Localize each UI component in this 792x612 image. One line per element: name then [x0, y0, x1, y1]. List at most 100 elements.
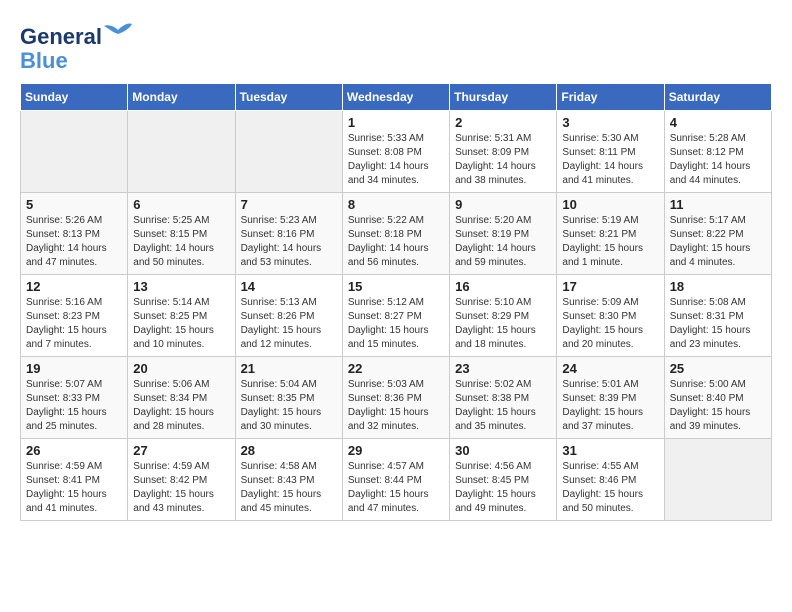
day-number: 20 [133, 361, 229, 376]
day-header-saturday: Saturday [664, 84, 771, 111]
day-info: Sunrise: 5:26 AMSunset: 8:13 PMDaylight:… [26, 214, 122, 270]
calendar-header-row: SundayMondayTuesdayWednesdayThursdayFrid… [21, 84, 772, 111]
logo-text2: Blue [20, 49, 134, 73]
day-number: 10 [562, 197, 658, 212]
day-number: 5 [26, 197, 122, 212]
day-number: 14 [241, 279, 337, 294]
day-info: Sunrise: 5:30 AMSunset: 8:11 PMDaylight:… [562, 132, 658, 188]
page-header: General Blue [20, 20, 772, 73]
calendar-cell: 10Sunrise: 5:19 AMSunset: 8:21 PMDayligh… [557, 193, 664, 275]
day-number: 16 [455, 279, 551, 294]
day-header-thursday: Thursday [450, 84, 557, 111]
day-number: 28 [241, 443, 337, 458]
week-row-1: 1 Sunrise: 5:33 AMSunset: 8:08 PMDaylight… [21, 111, 772, 193]
calendar-cell: 2 Sunrise: 5:31 AMSunset: 8:09 PMDaylight… [450, 111, 557, 193]
day-info: Sunrise: 5:22 AMSunset: 8:18 PMDaylight:… [348, 214, 444, 270]
day-number: 30 [455, 443, 551, 458]
day-number: 15 [348, 279, 444, 294]
logo: General Blue [20, 20, 134, 73]
calendar-cell: 31 Sunrise: 4:55 AMSunset: 8:46 PMDayligh… [557, 439, 664, 521]
calendar-cell: 14 Sunrise: 5:13 AMSunset: 8:26 PMDayligh… [235, 275, 342, 357]
day-number: 31 [562, 443, 658, 458]
day-info: Sunrise: 5:31 AMSunset: 8:09 PMDaylight:… [455, 132, 551, 188]
day-number: 3 [562, 115, 658, 130]
day-info: Sunrise: 5:33 AMSunset: 8:08 PMDaylight:… [348, 132, 444, 188]
day-number: 27 [133, 443, 229, 458]
week-row-2: 5 Sunrise: 5:26 AMSunset: 8:13 PMDaylight… [21, 193, 772, 275]
day-info: Sunrise: 5:04 AMSunset: 8:35 PMDaylight:… [241, 378, 337, 434]
week-row-4: 19Sunrise: 5:07 AMSunset: 8:33 PMDayligh… [21, 357, 772, 439]
day-number: 2 [455, 115, 551, 130]
day-number: 13 [133, 279, 229, 294]
day-number: 29 [348, 443, 444, 458]
calendar-cell: 24 Sunrise: 5:01 AMSunset: 8:39 PMDayligh… [557, 357, 664, 439]
day-number: 8 [348, 197, 444, 212]
calendar-cell: 9 Sunrise: 5:20 AMSunset: 8:19 PMDaylight… [450, 193, 557, 275]
day-info: Sunrise: 5:28 AMSunset: 8:12 PMDaylight:… [670, 132, 766, 188]
calendar-cell: 21Sunrise: 5:04 AMSunset: 8:35 PMDayligh… [235, 357, 342, 439]
calendar-cell: 5 Sunrise: 5:26 AMSunset: 8:13 PMDaylight… [21, 193, 128, 275]
calendar-cell [21, 111, 128, 193]
week-row-3: 12 Sunrise: 5:16 AMSunset: 8:23 PMDayligh… [21, 275, 772, 357]
calendar-cell: 12 Sunrise: 5:16 AMSunset: 8:23 PMDayligh… [21, 275, 128, 357]
calendar-cell: 8 Sunrise: 5:22 AMSunset: 8:18 PMDaylight… [342, 193, 449, 275]
day-number: 1 [348, 115, 444, 130]
calendar-cell: 1 Sunrise: 5:33 AMSunset: 8:08 PMDaylight… [342, 111, 449, 193]
day-number: 19 [26, 361, 122, 376]
day-number: 25 [670, 361, 766, 376]
day-info: Sunrise: 4:59 AMSunset: 8:41 PMDaylight:… [26, 460, 122, 516]
day-number: 24 [562, 361, 658, 376]
calendar-cell: 23 Sunrise: 5:02 AMSunset: 8:38 PMDayligh… [450, 357, 557, 439]
day-number: 4 [670, 115, 766, 130]
calendar-cell: 19Sunrise: 5:07 AMSunset: 8:33 PMDayligh… [21, 357, 128, 439]
day-number: 22 [348, 361, 444, 376]
day-info: Sunrise: 5:08 AMSunset: 8:31 PMDaylight:… [670, 296, 766, 352]
calendar-cell: 7Sunrise: 5:23 AMSunset: 8:16 PMDaylight… [235, 193, 342, 275]
day-number: 9 [455, 197, 551, 212]
day-info: Sunrise: 5:09 AMSunset: 8:30 PMDaylight:… [562, 296, 658, 352]
day-header-monday: Monday [128, 84, 235, 111]
day-info: Sunrise: 5:16 AMSunset: 8:23 PMDaylight:… [26, 296, 122, 352]
logo-text: General [20, 20, 134, 49]
day-number: 6 [133, 197, 229, 212]
calendar-cell [128, 111, 235, 193]
calendar-cell: 20 Sunrise: 5:06 AMSunset: 8:34 PMDayligh… [128, 357, 235, 439]
calendar-cell: 4 Sunrise: 5:28 AMSunset: 8:12 PMDaylight… [664, 111, 771, 193]
day-header-sunday: Sunday [21, 84, 128, 111]
day-info: Sunrise: 5:03 AMSunset: 8:36 PMDaylight:… [348, 378, 444, 434]
calendar-cell: 29 Sunrise: 4:57 AMSunset: 8:44 PMDayligh… [342, 439, 449, 521]
day-info: Sunrise: 5:02 AMSunset: 8:38 PMDaylight:… [455, 378, 551, 434]
calendar-cell: 25 Sunrise: 5:00 AMSunset: 8:40 PMDayligh… [664, 357, 771, 439]
day-info: Sunrise: 4:55 AMSunset: 8:46 PMDaylight:… [562, 460, 658, 516]
calendar-cell: 17 Sunrise: 5:09 AMSunset: 8:30 PMDayligh… [557, 275, 664, 357]
day-info: Sunrise: 5:06 AMSunset: 8:34 PMDaylight:… [133, 378, 229, 434]
day-info: Sunrise: 4:57 AMSunset: 8:44 PMDaylight:… [348, 460, 444, 516]
day-info: Sunrise: 5:00 AMSunset: 8:40 PMDaylight:… [670, 378, 766, 434]
day-header-friday: Friday [557, 84, 664, 111]
calendar-cell: 13Sunrise: 5:14 AMSunset: 8:25 PMDayligh… [128, 275, 235, 357]
day-info: Sunrise: 4:58 AMSunset: 8:43 PMDaylight:… [241, 460, 337, 516]
day-header-wednesday: Wednesday [342, 84, 449, 111]
day-info: Sunrise: 5:13 AMSunset: 8:26 PMDaylight:… [241, 296, 337, 352]
calendar-cell [235, 111, 342, 193]
day-number: 23 [455, 361, 551, 376]
calendar-cell: 22 Sunrise: 5:03 AMSunset: 8:36 PMDayligh… [342, 357, 449, 439]
calendar-cell [664, 439, 771, 521]
calendar-cell: 15 Sunrise: 5:12 AMSunset: 8:27 PMDayligh… [342, 275, 449, 357]
day-info: Sunrise: 5:23 AMSunset: 8:16 PMDaylight:… [241, 214, 337, 270]
calendar-cell: 18 Sunrise: 5:08 AMSunset: 8:31 PMDayligh… [664, 275, 771, 357]
day-info: Sunrise: 5:01 AMSunset: 8:39 PMDaylight:… [562, 378, 658, 434]
calendar-cell: 11Sunrise: 5:17 AMSunset: 8:22 PMDayligh… [664, 193, 771, 275]
calendar-cell: 30Sunrise: 4:56 AMSunset: 8:45 PMDayligh… [450, 439, 557, 521]
day-number: 17 [562, 279, 658, 294]
day-info: Sunrise: 5:12 AMSunset: 8:27 PMDaylight:… [348, 296, 444, 352]
day-info: Sunrise: 5:17 AMSunset: 8:22 PMDaylight:… [670, 214, 766, 270]
day-number: 12 [26, 279, 122, 294]
day-info: Sunrise: 5:20 AMSunset: 8:19 PMDaylight:… [455, 214, 551, 270]
calendar-cell: 26Sunrise: 4:59 AMSunset: 8:41 PMDayligh… [21, 439, 128, 521]
calendar-cell: 6Sunrise: 5:25 AMSunset: 8:15 PMDaylight… [128, 193, 235, 275]
week-row-5: 26Sunrise: 4:59 AMSunset: 8:41 PMDayligh… [21, 439, 772, 521]
day-number: 18 [670, 279, 766, 294]
calendar-cell: 27Sunrise: 4:59 AMSunset: 8:42 PMDayligh… [128, 439, 235, 521]
calendar-cell: 28 Sunrise: 4:58 AMSunset: 8:43 PMDayligh… [235, 439, 342, 521]
